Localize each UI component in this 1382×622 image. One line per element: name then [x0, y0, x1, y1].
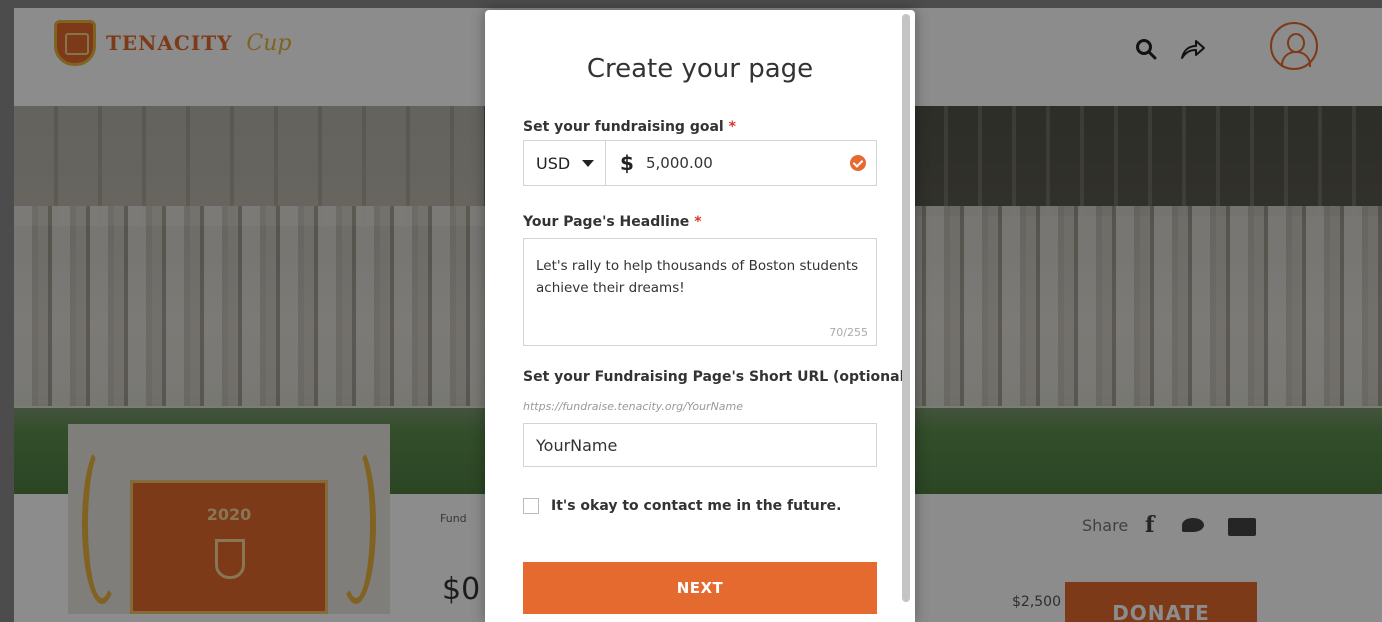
currency-select[interactable]: USD [524, 141, 606, 185]
headline-label: Your Page's Headline * [523, 214, 702, 230]
headline-label-text: Your Page's Headline [523, 214, 690, 230]
currency-symbol: $ [620, 151, 634, 175]
caret-down-icon [582, 159, 595, 167]
headline-textarea[interactable]: Let's rally to help thousands of Boston … [523, 238, 877, 346]
check-circle-icon [850, 155, 866, 171]
create-page-modal: Create your page Set your fundraising go… [485, 10, 915, 622]
goal-amount-input[interactable] [642, 141, 876, 185]
goal-label-text: Set your fundraising goal [523, 119, 724, 135]
next-button[interactable]: NEXT [523, 562, 877, 614]
contact-checkbox[interactable] [523, 498, 539, 514]
short-url-input[interactable]: YourName [523, 423, 877, 467]
contact-label: It's okay to contact me in the future. [551, 498, 842, 514]
required-mark: * [694, 214, 702, 230]
goal-field: USD $ [523, 140, 877, 186]
contact-consent[interactable]: It's okay to contact me in the future. [523, 498, 841, 514]
required-mark: * [728, 119, 736, 135]
char-count: 70/255 [829, 326, 868, 339]
modal-title: Create your page [586, 54, 814, 84]
currency-value: USD [536, 153, 571, 173]
goal-label: Set your fundraising goal * [523, 119, 736, 135]
modal-scrollbar[interactable] [902, 14, 910, 602]
short-url-label: Set your Fundraising Page's Short URL (o… [523, 369, 911, 385]
headline-text: Let's rally to help thousands of Boston … [536, 258, 859, 296]
short-url-hint: https://fundraise.tenacity.org/YourName [523, 400, 744, 413]
